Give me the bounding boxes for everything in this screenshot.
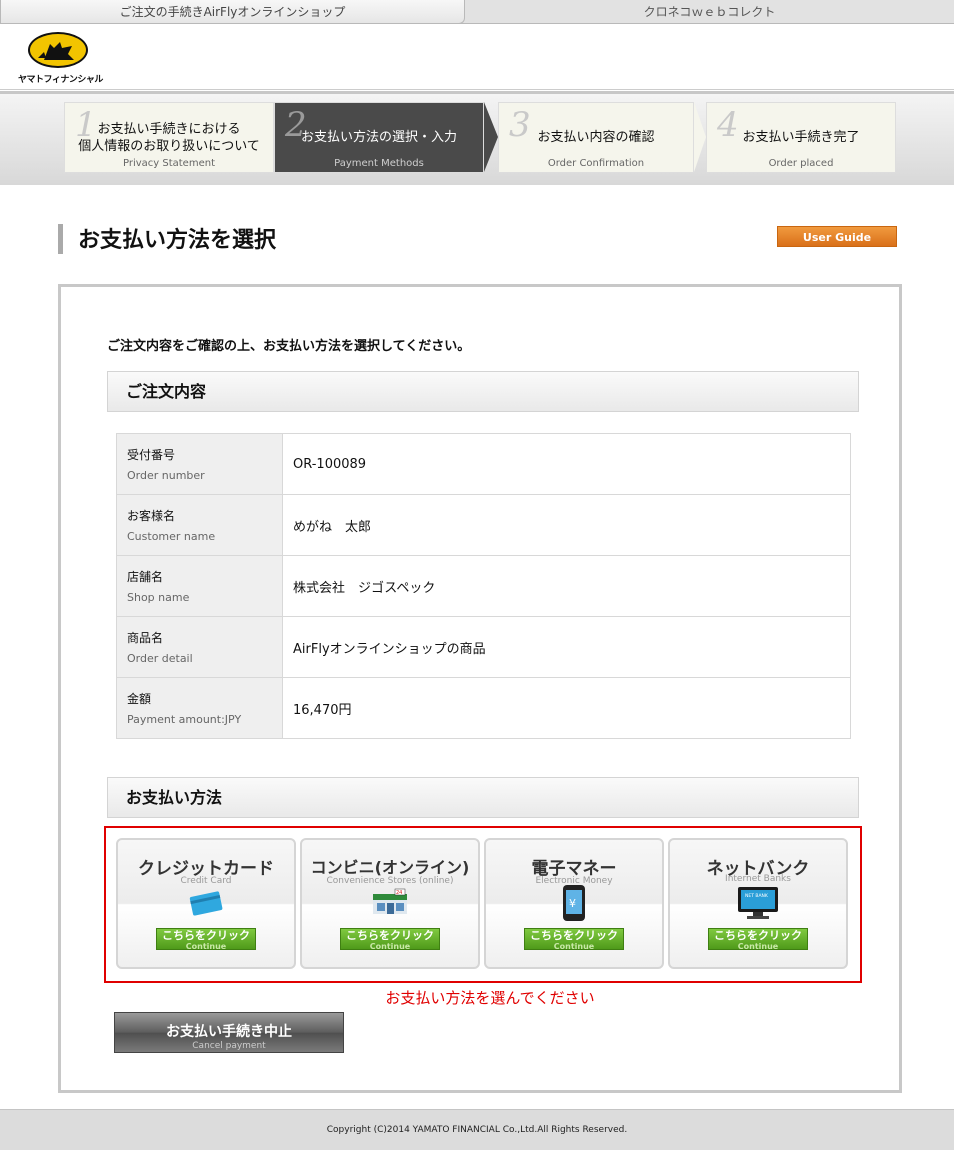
table-row: 店舗名 Shop name 株式会社 ジゴスペック — [116, 555, 851, 617]
payment-method-internet-bank[interactable]: ネットバンク Internet Banks NET BANK こちらをクリック C… — [668, 838, 848, 969]
button-sublabel: Continue — [737, 942, 779, 951]
label-en: Customer name — [127, 530, 216, 543]
convenience-store-continue-button[interactable]: こちらをクリック Continue — [340, 928, 440, 951]
button-sublabel: Continue — [369, 942, 411, 951]
cancel-payment-button[interactable]: お支払い手続き中止 Cancel payment — [114, 1012, 344, 1053]
payment-amount-value: 16,470円 — [282, 677, 851, 739]
table-row: お客様名 Customer name めがね 太郎 — [116, 494, 851, 556]
tab-kuroneko-web-collect[interactable]: クロネコｗｅｂコレクト — [465, 0, 954, 24]
step-title-line1: お支払い手続きにおける — [97, 122, 241, 137]
heading-accent-bar — [58, 224, 63, 254]
method-subtitle: Internet Banks — [725, 874, 791, 884]
order-details-table: 受付番号 Order number OR-100089 お客様名 Customer … — [116, 433, 851, 739]
order-detail-value: AirFlyオンラインショップの商品 — [282, 616, 851, 678]
order-number-value: OR-100089 — [282, 433, 851, 495]
button-sublabel: Continue — [185, 942, 227, 951]
tab-bar: ご注文の手続きAirFlyオンラインショップ クロネコｗｅｂコレクト — [0, 0, 954, 24]
step-subtitle: Order Confirmation — [547, 158, 645, 169]
method-title: コンビニ(オンライン) — [310, 858, 470, 877]
method-subtitle: Convenience Stores (online) — [326, 876, 454, 886]
logo-text: ヤマトフィナンシャル — [18, 75, 103, 85]
yamato-logo: ヤマトフィナンシャル — [18, 32, 103, 88]
row-label: 商品名 Order detail — [116, 616, 283, 678]
button-label: こちらをクリック — [346, 929, 434, 942]
label-ja: お客様名 — [127, 509, 176, 523]
svg-text:24: 24 — [396, 890, 402, 896]
step-title: お支払い内容の確認 — [537, 130, 655, 145]
footer-copyright: Copyright (C)2014 YAMATO FINANCIAL Co.,L… — [0, 1109, 954, 1150]
label-en: Shop name — [127, 591, 190, 604]
tab-airfly-shop[interactable]: ご注文の手続きAirFlyオンラインショップ — [0, 0, 465, 24]
step-arrow — [484, 102, 498, 172]
page-title: お支払い方法を選択 — [78, 228, 277, 253]
payment-section-header: お支払い方法 — [107, 777, 859, 818]
step-4: 4 お支払い手続き完了 Order placed — [706, 102, 896, 173]
credit-card-continue-button[interactable]: こちらをクリック Continue — [156, 928, 256, 951]
main-content-box: ご注文内容をご確認の上、お支払い方法を選択してください。 ご注文内容 受付番号 O… — [58, 284, 902, 1093]
cancel-button-label: お支払い手続き中止 — [166, 1024, 292, 1040]
step-subtitle: Privacy Statement — [122, 158, 215, 169]
credit-card-icon — [188, 888, 224, 922]
logo-header: ヤマトフィナンシャル — [0, 24, 954, 90]
svg-text:NET BANK: NET BANK — [745, 893, 769, 899]
label-en: Order detail — [127, 652, 193, 665]
step-subtitle: Payment Methods — [334, 158, 424, 169]
convenience-store-icon: 24 — [370, 888, 410, 922]
payment-methods-frame: クレジットカード Credit Card こちらをクリック Continue コン… — [104, 826, 862, 983]
label-ja: 受付番号 — [127, 448, 176, 462]
row-label: お客様名 Customer name — [116, 494, 283, 556]
step-2-current: 2 お支払い方法の選択・入力 Payment Methods — [274, 102, 484, 173]
label-en: Payment amount:JPY — [127, 713, 242, 726]
button-label: こちらをクリック — [714, 929, 802, 942]
payment-method-electronic-money[interactable]: 電子マネー Electronic Money ¥ こちらをクリック Continu… — [484, 838, 664, 969]
row-label: 店舗名 Shop name — [116, 555, 283, 617]
choose-payment-message: お支払い方法を選んでください — [385, 989, 595, 1007]
electronic-money-continue-button[interactable]: こちらをクリック Continue — [524, 928, 624, 951]
step-title: お支払い方法の選択・入力 — [300, 130, 457, 145]
button-label: こちらをクリック — [530, 929, 618, 942]
customer-name-value: めがね 太郎 — [282, 494, 851, 556]
step-1: 1 お支払い手続きにおける 個人情報のお取り扱いについて Privacy Sta… — [64, 102, 274, 173]
user-guide-english-button[interactable]: User Guide (English) — [777, 226, 897, 265]
button-label: こちらをクリック — [162, 929, 250, 942]
internet-bank-continue-button[interactable]: こちらをクリック Continue — [708, 928, 808, 951]
cancel-button-sublabel: Cancel payment — [192, 1041, 266, 1051]
method-subtitle: Credit Card — [180, 876, 232, 886]
label-ja: 商品名 — [127, 631, 164, 645]
payment-method-credit-card[interactable]: クレジットカード Credit Card こちらをクリック Continue — [116, 838, 296, 969]
shop-name-value: 株式会社 ジゴスペック — [282, 555, 851, 617]
button-sublabel: Continue — [553, 942, 595, 951]
net-bank-monitor-icon: NET BANK — [736, 886, 780, 924]
step-arrow — [694, 102, 706, 172]
step-3: 3 お支払い内容の確認 Order Confirmation — [498, 102, 694, 173]
table-row: 金額 Payment amount:JPY 16,470円 — [116, 677, 851, 739]
row-label: 受付番号 Order number — [116, 433, 283, 495]
instruction-text: ご注文内容をご確認の上、お支払い方法を選択してください。 — [107, 339, 471, 354]
order-section-header: ご注文内容 — [107, 371, 859, 412]
step-title-line2: 個人情報のお取り扱いについて — [78, 139, 260, 154]
row-label: 金額 Payment amount:JPY — [116, 677, 283, 739]
svg-text:¥: ¥ — [569, 897, 576, 910]
step-subtitle: Order placed — [768, 158, 834, 169]
mobile-phone-icon: ¥ — [561, 884, 587, 926]
table-row: 商品名 Order detail AirFlyオンラインショップの商品 — [116, 616, 851, 678]
progress-steps: 1 お支払い手続きにおける 個人情報のお取り扱いについて Privacy Sta… — [0, 91, 954, 185]
label-ja: 金額 — [127, 692, 152, 706]
payment-method-convenience-store[interactable]: コンビニ(オンライン) Convenience Stores (online) … — [300, 838, 480, 969]
label-en: Order number — [127, 469, 205, 482]
label-ja: 店舗名 — [127, 570, 164, 584]
step-title: お支払い手続き完了 — [742, 130, 860, 145]
black-cat-logo-icon — [28, 32, 88, 68]
table-row: 受付番号 Order number OR-100089 — [116, 433, 851, 495]
